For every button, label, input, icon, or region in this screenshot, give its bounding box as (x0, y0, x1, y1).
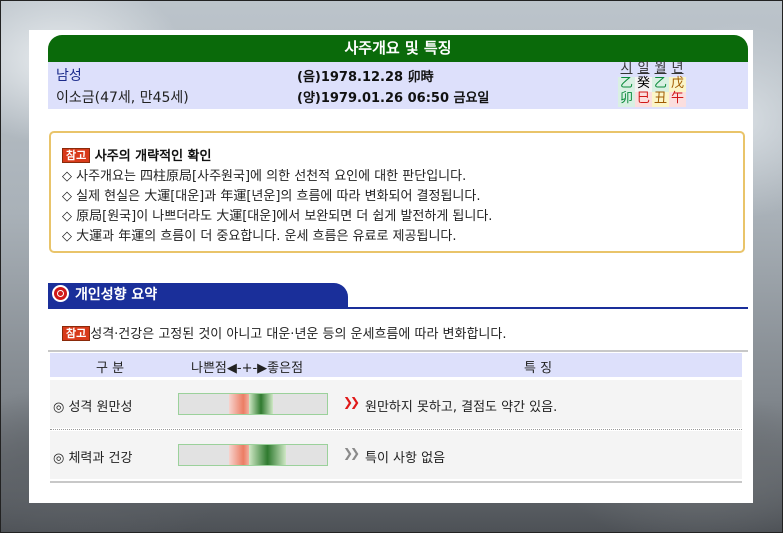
col-scale: 나쁜점◀-+-▶좋은점 (191, 361, 304, 376)
page-title: 사주개요 및 특징 (48, 35, 748, 62)
pillar-header-hour: 시 (620, 61, 633, 76)
table-row: ◎ 성격 원만성 ❯❯ 원만하지 못하고, 결점도 약간 있음. (50, 380, 742, 428)
score-bar (178, 444, 328, 466)
month-stem: 乙 (652, 76, 669, 92)
row-description: 특이 사항 없음 (365, 451, 446, 466)
note-line: ◇ 사주개요는 四柱原局[사주원국]에 의한 선천적 요인에 대한 판단입니다. (62, 169, 467, 184)
score-bar-good-segment (249, 445, 287, 465)
gender-label: 남성 (56, 68, 82, 84)
reference-badge: 참고 (62, 148, 91, 163)
divider (48, 350, 748, 352)
table-header: 구 분 나쁜점◀-+-▶좋은점 특 징 (50, 353, 742, 377)
note-line: ◇ 原局[원국]이 나쁘더라도 大運[대운]에서 보완되면 더 쉽게 발전하게 … (62, 209, 493, 224)
pillar-header-year: 년 (671, 61, 684, 76)
chevron-right-icon: ❯❯ (343, 446, 360, 460)
row-description: 원만하지 못하고, 결점도 약간 있음. (365, 400, 558, 415)
year-branch: 午 (669, 91, 686, 107)
section-title-personality: 개인성향 요약 (48, 283, 348, 308)
saju-overview-panel: 사주개요 및 특징 남성 이소금(47세, 만45세) (음)1978.12.2… (29, 30, 753, 503)
solar-birth-date: (양)1979.01.26 06:50 금요일 (297, 91, 490, 106)
row-label: ◎ 체력과 건강 (53, 451, 133, 466)
birth-info-box: 남성 이소금(47세, 만45세) (음)1978.12.28 卯時 (양)19… (48, 62, 748, 109)
four-pillars: 시 일 월 년 乙 癸 乙 戊 卯 巳 丑 午 (618, 62, 686, 107)
pillar-header-month: 월 (654, 61, 667, 76)
pillar-header-day: 일 (637, 61, 650, 76)
row-label: ◎ 성격 원만성 (53, 400, 133, 415)
personality-notice: 참고 성격·건강은 고정된 것이 아니고 대운·년운 등의 운세흐름에 따라 변화… (62, 323, 506, 342)
section-title-text: 개인성향 요약 (75, 287, 158, 303)
chevron-right-icon: ❯❯ (343, 395, 360, 409)
score-bar (178, 393, 328, 415)
hour-branch: 卯 (618, 91, 635, 107)
note-line: ◇ 실제 현실은 大運[대운]과 年運[년운]의 흐름에 따라 변화되어 결정됩… (62, 189, 481, 204)
col-category: 구 분 (96, 361, 125, 376)
reference-note: 참고 사주의 개략적인 확인 ◇ 사주개요는 四柱原局[사주원국]에 의한 선천… (49, 131, 745, 253)
target-icon (52, 285, 69, 302)
note-line: ◇ 大運과 年運의 흐름이 더 중요합니다. 운세 흐름은 유료로 제공됩니다. (62, 229, 457, 244)
note-heading: 참고 사주의 개략적인 확인 (62, 145, 211, 164)
day-branch: 巳 (635, 91, 652, 107)
table-row: ◎ 체력과 건강 ❯❯ 특이 사항 없음 (50, 431, 742, 479)
col-feature: 특 징 (524, 361, 553, 376)
note-heading-text: 사주의 개략적인 확인 (94, 149, 212, 164)
notice-text: 성격·건강은 고정된 것이 아니고 대운·년운 등의 운세흐름에 따라 변화합니… (90, 327, 507, 342)
lunar-birth-date: (음)1978.12.28 卯時 (297, 70, 434, 85)
name-age-label: 이소금(47세, 만45세) (56, 90, 189, 106)
table-bottom-rule (50, 481, 742, 483)
score-bar-good-segment (249, 394, 273, 414)
day-stem: 癸 (635, 76, 652, 92)
month-branch: 丑 (652, 91, 669, 107)
reference-badge: 참고 (62, 326, 91, 341)
section-divider (48, 307, 748, 309)
hour-stem: 乙 (618, 76, 635, 92)
year-stem: 戊 (669, 76, 686, 92)
